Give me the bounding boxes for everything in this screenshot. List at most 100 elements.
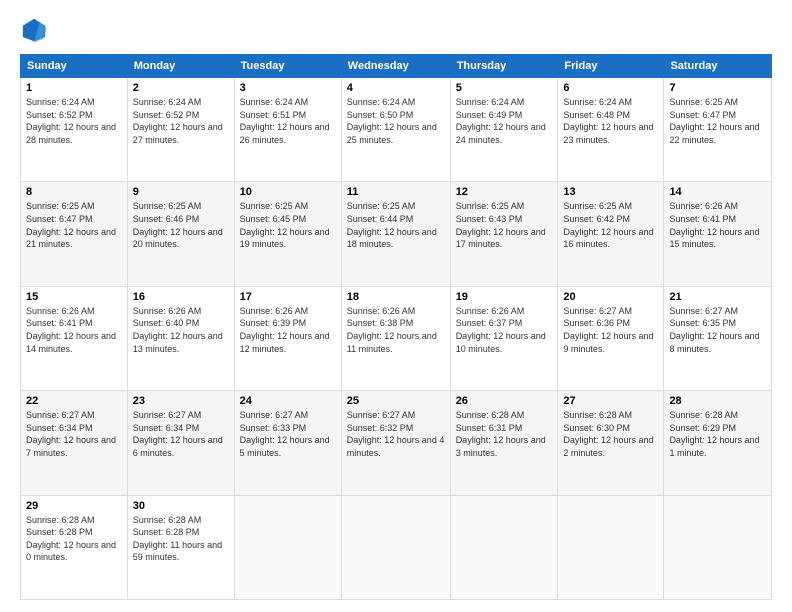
day-info: Sunrise: 6:25 AM Sunset: 6:47 PM Dayligh…: [26, 200, 122, 250]
day-info: Sunrise: 6:26 AM Sunset: 6:41 PM Dayligh…: [26, 305, 122, 355]
week-row-4: 22 Sunrise: 6:27 AM Sunset: 6:34 PM Dayl…: [21, 391, 772, 495]
calendar-cell: 7 Sunrise: 6:25 AM Sunset: 6:47 PM Dayli…: [664, 78, 772, 182]
day-number: 23: [133, 395, 229, 407]
calendar-cell: 25 Sunrise: 6:27 AM Sunset: 6:32 PM Dayl…: [341, 391, 450, 495]
calendar-header: SundayMondayTuesdayWednesdayThursdayFrid…: [21, 55, 772, 78]
day-info: Sunrise: 6:24 AM Sunset: 6:48 PM Dayligh…: [563, 96, 658, 146]
calendar-cell: 12 Sunrise: 6:25 AM Sunset: 6:43 PM Dayl…: [450, 182, 558, 286]
day-info: Sunrise: 6:25 AM Sunset: 6:43 PM Dayligh…: [456, 200, 553, 250]
calendar-cell: 2 Sunrise: 6:24 AM Sunset: 6:52 PM Dayli…: [127, 78, 234, 182]
calendar-body: 1 Sunrise: 6:24 AM Sunset: 6:52 PM Dayli…: [21, 78, 772, 600]
day-info: Sunrise: 6:27 AM Sunset: 6:33 PM Dayligh…: [240, 409, 336, 459]
day-number: 30: [133, 500, 229, 512]
day-info: Sunrise: 6:26 AM Sunset: 6:39 PM Dayligh…: [240, 305, 336, 355]
calendar-cell: [558, 495, 664, 599]
day-number: 10: [240, 186, 336, 198]
day-info: Sunrise: 6:24 AM Sunset: 6:52 PM Dayligh…: [133, 96, 229, 146]
calendar-cell: [450, 495, 558, 599]
day-number: 7: [669, 82, 766, 94]
calendar-cell: [341, 495, 450, 599]
day-number: 26: [456, 395, 553, 407]
day-info: Sunrise: 6:28 AM Sunset: 6:28 PM Dayligh…: [133, 514, 229, 564]
calendar-cell: 8 Sunrise: 6:25 AM Sunset: 6:47 PM Dayli…: [21, 182, 128, 286]
day-number: 3: [240, 82, 336, 94]
day-number: 11: [347, 186, 445, 198]
logo-icon: [20, 16, 48, 44]
day-header-wednesday: Wednesday: [341, 55, 450, 78]
calendar-cell: 9 Sunrise: 6:25 AM Sunset: 6:46 PM Dayli…: [127, 182, 234, 286]
day-info: Sunrise: 6:24 AM Sunset: 6:52 PM Dayligh…: [26, 96, 122, 146]
day-info: Sunrise: 6:26 AM Sunset: 6:40 PM Dayligh…: [133, 305, 229, 355]
logo: [20, 16, 52, 44]
header: [20, 16, 772, 44]
calendar-cell: 28 Sunrise: 6:28 AM Sunset: 6:29 PM Dayl…: [664, 391, 772, 495]
day-info: Sunrise: 6:28 AM Sunset: 6:29 PM Dayligh…: [669, 409, 766, 459]
calendar-cell: 23 Sunrise: 6:27 AM Sunset: 6:34 PM Dayl…: [127, 391, 234, 495]
calendar-cell: 20 Sunrise: 6:27 AM Sunset: 6:36 PM Dayl…: [558, 286, 664, 390]
day-info: Sunrise: 6:27 AM Sunset: 6:34 PM Dayligh…: [133, 409, 229, 459]
day-info: Sunrise: 6:26 AM Sunset: 6:38 PM Dayligh…: [347, 305, 445, 355]
day-number: 19: [456, 291, 553, 303]
day-number: 2: [133, 82, 229, 94]
day-header-thursday: Thursday: [450, 55, 558, 78]
week-row-5: 29 Sunrise: 6:28 AM Sunset: 6:28 PM Dayl…: [21, 495, 772, 599]
calendar-cell: 13 Sunrise: 6:25 AM Sunset: 6:42 PM Dayl…: [558, 182, 664, 286]
day-info: Sunrise: 6:27 AM Sunset: 6:36 PM Dayligh…: [563, 305, 658, 355]
day-number: 6: [563, 82, 658, 94]
calendar-cell: [234, 495, 341, 599]
calendar-cell: 22 Sunrise: 6:27 AM Sunset: 6:34 PM Dayl…: [21, 391, 128, 495]
week-row-1: 1 Sunrise: 6:24 AM Sunset: 6:52 PM Dayli…: [21, 78, 772, 182]
page: SundayMondayTuesdayWednesdayThursdayFrid…: [0, 0, 792, 612]
day-info: Sunrise: 6:28 AM Sunset: 6:30 PM Dayligh…: [563, 409, 658, 459]
calendar-cell: 19 Sunrise: 6:26 AM Sunset: 6:37 PM Dayl…: [450, 286, 558, 390]
calendar-cell: 11 Sunrise: 6:25 AM Sunset: 6:44 PM Dayl…: [341, 182, 450, 286]
day-info: Sunrise: 6:26 AM Sunset: 6:37 PM Dayligh…: [456, 305, 553, 355]
day-header-saturday: Saturday: [664, 55, 772, 78]
day-number: 25: [347, 395, 445, 407]
day-number: 22: [26, 395, 122, 407]
day-header-row: SundayMondayTuesdayWednesdayThursdayFrid…: [21, 55, 772, 78]
day-info: Sunrise: 6:24 AM Sunset: 6:49 PM Dayligh…: [456, 96, 553, 146]
day-number: 15: [26, 291, 122, 303]
calendar-cell: 17 Sunrise: 6:26 AM Sunset: 6:39 PM Dayl…: [234, 286, 341, 390]
calendar-cell: 5 Sunrise: 6:24 AM Sunset: 6:49 PM Dayli…: [450, 78, 558, 182]
day-number: 5: [456, 82, 553, 94]
day-number: 20: [563, 291, 658, 303]
calendar-cell: 24 Sunrise: 6:27 AM Sunset: 6:33 PM Dayl…: [234, 391, 341, 495]
day-number: 29: [26, 500, 122, 512]
day-info: Sunrise: 6:26 AM Sunset: 6:41 PM Dayligh…: [669, 200, 766, 250]
calendar-cell: 27 Sunrise: 6:28 AM Sunset: 6:30 PM Dayl…: [558, 391, 664, 495]
day-info: Sunrise: 6:28 AM Sunset: 6:31 PM Dayligh…: [456, 409, 553, 459]
day-info: Sunrise: 6:25 AM Sunset: 6:44 PM Dayligh…: [347, 200, 445, 250]
calendar-cell: [664, 495, 772, 599]
calendar-cell: 1 Sunrise: 6:24 AM Sunset: 6:52 PM Dayli…: [21, 78, 128, 182]
day-info: Sunrise: 6:27 AM Sunset: 6:32 PM Dayligh…: [347, 409, 445, 459]
day-header-friday: Friday: [558, 55, 664, 78]
day-number: 9: [133, 186, 229, 198]
day-info: Sunrise: 6:28 AM Sunset: 6:28 PM Dayligh…: [26, 514, 122, 564]
day-number: 18: [347, 291, 445, 303]
calendar-cell: 30 Sunrise: 6:28 AM Sunset: 6:28 PM Dayl…: [127, 495, 234, 599]
calendar-table: SundayMondayTuesdayWednesdayThursdayFrid…: [20, 54, 772, 600]
day-number: 1: [26, 82, 122, 94]
calendar-cell: 10 Sunrise: 6:25 AM Sunset: 6:45 PM Dayl…: [234, 182, 341, 286]
calendar-cell: 18 Sunrise: 6:26 AM Sunset: 6:38 PM Dayl…: [341, 286, 450, 390]
calendar-cell: 29 Sunrise: 6:28 AM Sunset: 6:28 PM Dayl…: [21, 495, 128, 599]
day-info: Sunrise: 6:25 AM Sunset: 6:46 PM Dayligh…: [133, 200, 229, 250]
day-number: 8: [26, 186, 122, 198]
calendar-cell: 15 Sunrise: 6:26 AM Sunset: 6:41 PM Dayl…: [21, 286, 128, 390]
day-info: Sunrise: 6:27 AM Sunset: 6:34 PM Dayligh…: [26, 409, 122, 459]
day-header-tuesday: Tuesday: [234, 55, 341, 78]
calendar-cell: 6 Sunrise: 6:24 AM Sunset: 6:48 PM Dayli…: [558, 78, 664, 182]
day-header-monday: Monday: [127, 55, 234, 78]
calendar-cell: 4 Sunrise: 6:24 AM Sunset: 6:50 PM Dayli…: [341, 78, 450, 182]
day-number: 24: [240, 395, 336, 407]
day-number: 14: [669, 186, 766, 198]
calendar-cell: 3 Sunrise: 6:24 AM Sunset: 6:51 PM Dayli…: [234, 78, 341, 182]
day-number: 21: [669, 291, 766, 303]
day-number: 16: [133, 291, 229, 303]
day-info: Sunrise: 6:25 AM Sunset: 6:45 PM Dayligh…: [240, 200, 336, 250]
day-number: 4: [347, 82, 445, 94]
day-info: Sunrise: 6:25 AM Sunset: 6:42 PM Dayligh…: [563, 200, 658, 250]
day-info: Sunrise: 6:24 AM Sunset: 6:50 PM Dayligh…: [347, 96, 445, 146]
